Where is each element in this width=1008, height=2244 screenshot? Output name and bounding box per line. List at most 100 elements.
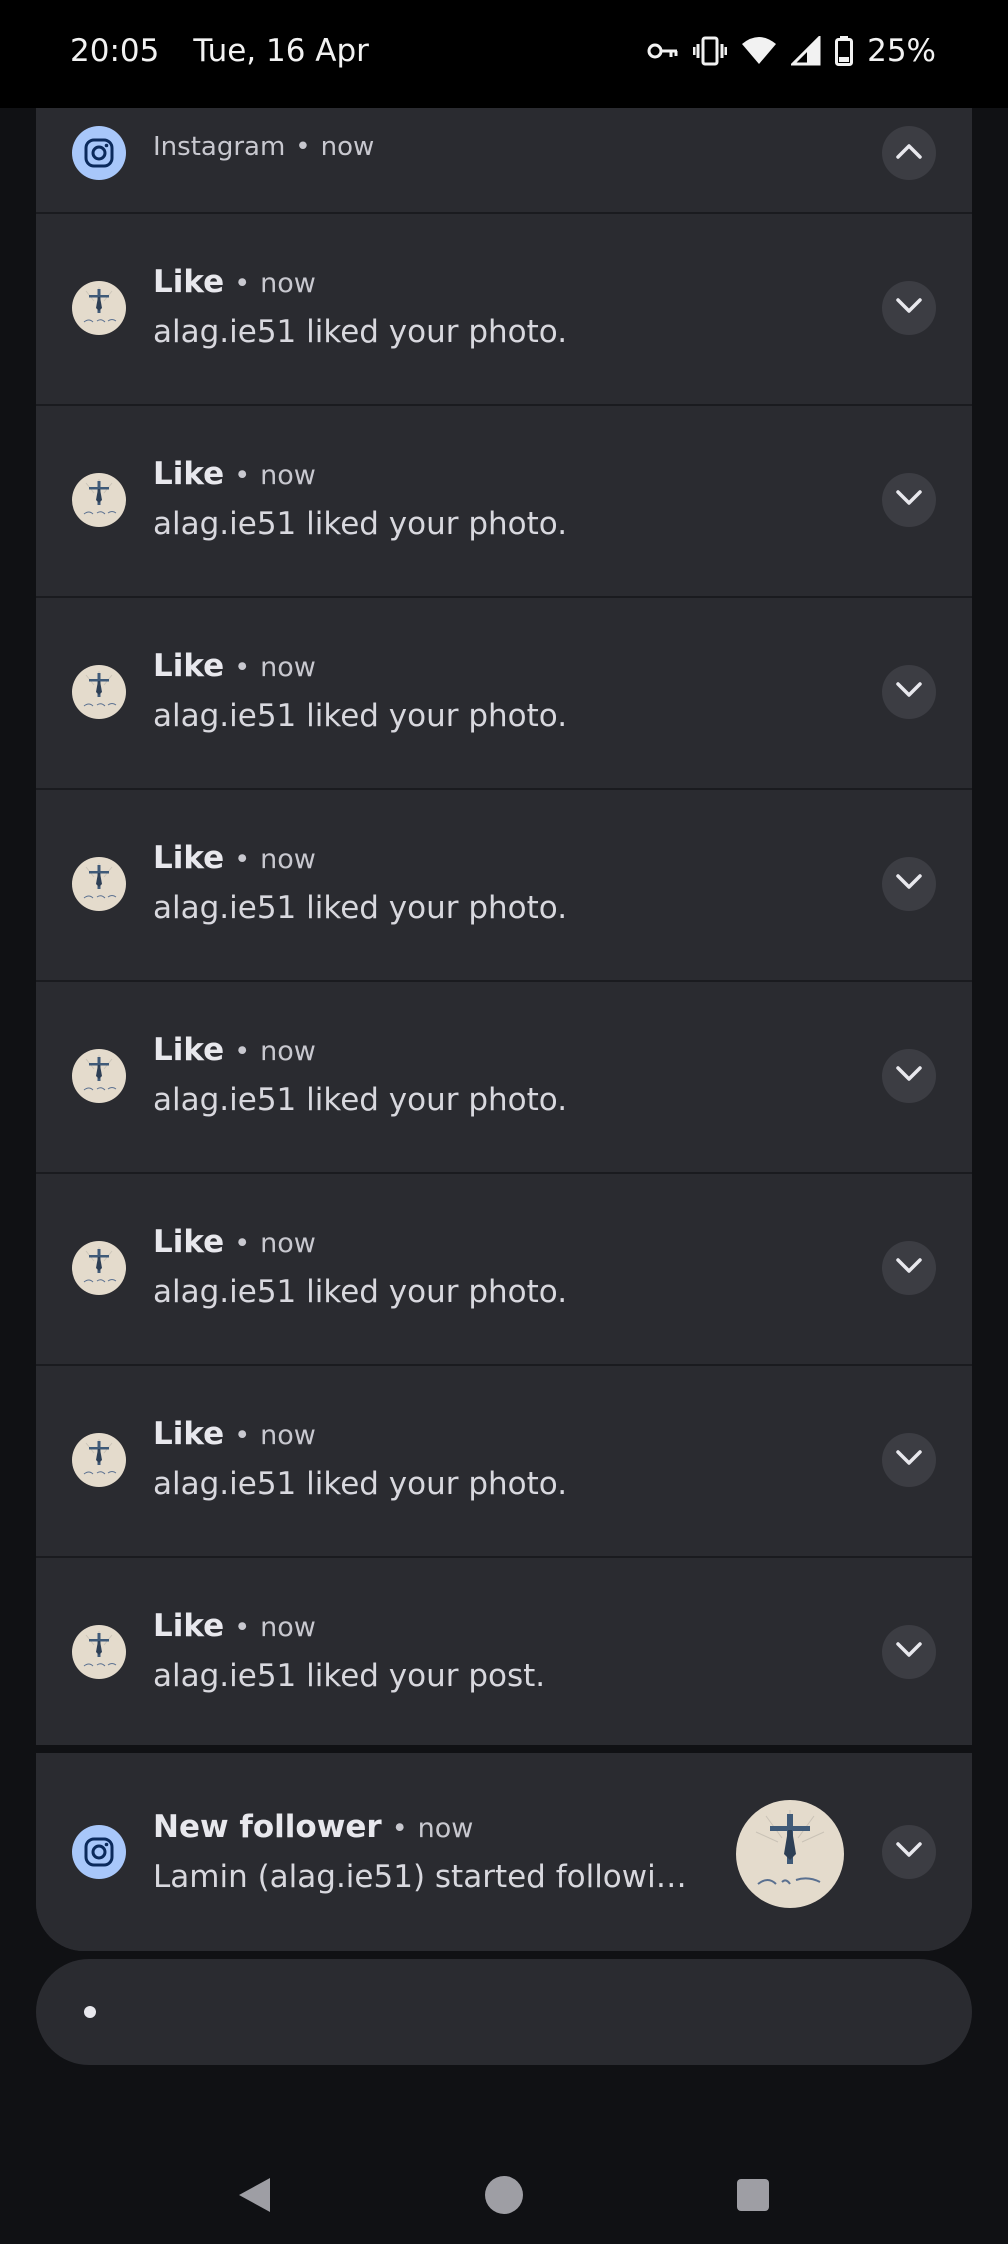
profile-avatar	[72, 281, 126, 335]
notification-header: Like • now	[153, 1032, 316, 1068]
profile-thumbnail	[736, 1800, 844, 1908]
expand-notification-button[interactable]	[882, 665, 936, 719]
notification-title: Like	[153, 1416, 225, 1452]
separator-dot: •	[234, 652, 251, 683]
status-bar: 20:05 Tue, 16 Apr 25%	[0, 0, 1008, 108]
notification-time: now	[260, 268, 316, 299]
home-button[interactable]	[485, 2176, 523, 2214]
notification-header: Like • now	[153, 840, 316, 876]
chevron-down-icon	[895, 1449, 923, 1471]
separator-dot: •	[391, 1813, 408, 1844]
expand-notification-button[interactable]	[882, 281, 936, 335]
instagram-icon	[72, 126, 126, 180]
notification-shade: Instagram • now Like • now alag.ie51 liked yo…	[0, 108, 1008, 2244]
like-notification[interactable]: Like • now alag.ie51 liked your photo.	[36, 214, 972, 406]
notification-header: New follower • now	[153, 1809, 473, 1845]
notification-title: Like	[153, 1608, 225, 1644]
profile-avatar	[72, 473, 126, 527]
app-group-title: Instagram • now	[153, 132, 374, 162]
notification-body: alag.ie51 liked your photo.	[153, 506, 568, 542]
collapse-group-button[interactable]	[882, 126, 936, 180]
new-follower-notification[interactable]: New follower • now Lamin (alag.ie51) start…	[36, 1753, 972, 1951]
expand-notification-button[interactable]	[882, 1825, 936, 1879]
notification-title: Like	[153, 456, 225, 492]
notification-time: now	[260, 460, 316, 491]
notification-title: Like	[153, 1032, 225, 1068]
notification-time: now	[260, 652, 316, 683]
app-group-time: now	[320, 132, 375, 162]
expand-notification-button[interactable]	[882, 857, 936, 911]
battery-percent: 25%	[867, 33, 936, 69]
chevron-down-icon	[895, 873, 923, 895]
notification-time: now	[260, 1228, 316, 1259]
expand-notification-button[interactable]	[882, 1241, 936, 1295]
notification-title: Like	[153, 648, 225, 684]
navigation-bar	[0, 2136, 1008, 2244]
notification-body: alag.ie51 liked your photo.	[153, 698, 568, 734]
profile-avatar	[72, 857, 126, 911]
chevron-down-icon	[895, 681, 923, 703]
vibrate-icon	[693, 36, 728, 66]
recents-button[interactable]	[737, 2179, 769, 2211]
notification-body: alag.ie51 liked your photo.	[153, 1274, 568, 1310]
instagram-notification-group: Instagram • now Like • now alag.ie51 liked yo…	[36, 108, 972, 1951]
separator-dot: •	[234, 844, 251, 875]
expand-notification-button[interactable]	[882, 1433, 936, 1487]
group-divider	[36, 1745, 972, 1753]
like-notification[interactable]: Like • now alag.ie51 liked your photo.	[36, 406, 972, 598]
notification-title: Like	[153, 840, 225, 876]
like-notification[interactable]: Like • now alag.ie51 liked your photo.	[36, 790, 972, 982]
notification-body: Lamin (alag.ie51) started following y...	[153, 1859, 693, 1895]
notification-time: now	[260, 844, 316, 875]
chevron-down-icon	[895, 1257, 923, 1279]
notification-overflow-pill[interactable]	[36, 1959, 972, 2065]
more-notifications-dot	[84, 2006, 96, 2018]
expand-notification-button[interactable]	[882, 1049, 936, 1103]
expand-notification-button[interactable]	[882, 473, 936, 527]
instagram-icon	[72, 1825, 126, 1879]
chevron-down-icon	[895, 1065, 923, 1087]
notification-time: now	[417, 1813, 474, 1844]
chevron-down-icon	[895, 1841, 923, 1863]
separator-dot: •	[234, 268, 251, 299]
expand-notification-button[interactable]	[882, 1625, 936, 1679]
separator-dot: •	[234, 460, 251, 491]
like-notification[interactable]: Like • now alag.ie51 liked your photo.	[36, 1174, 972, 1366]
notification-title: Like	[153, 264, 225, 300]
like-notification[interactable]: Like • now alag.ie51 liked your post.	[36, 1558, 972, 1750]
separator-dot: •	[295, 132, 311, 162]
notification-time: now	[260, 1420, 316, 1451]
separator-dot: •	[234, 1036, 251, 1067]
separator-dot: •	[234, 1612, 251, 1643]
wifi-icon	[741, 36, 777, 66]
notification-header: Like • now	[153, 1608, 316, 1644]
notification-body: alag.ie51 liked your photo.	[153, 890, 568, 926]
like-notification[interactable]: Like • now alag.ie51 liked your photo.	[36, 982, 972, 1174]
notification-body: alag.ie51 liked your photo.	[153, 314, 568, 350]
app-group-header[interactable]: Instagram • now	[36, 108, 972, 214]
notification-title: New follower	[153, 1809, 382, 1845]
back-button[interactable]	[236, 2176, 272, 2218]
chevron-down-icon	[895, 1641, 923, 1663]
status-date: Tue, 16 Apr	[193, 33, 369, 69]
notification-header: Like • now	[153, 264, 316, 300]
app-name: Instagram	[153, 132, 286, 162]
profile-avatar	[72, 1625, 126, 1679]
status-time: 20:05	[70, 33, 160, 69]
chevron-down-icon	[895, 297, 923, 319]
profile-avatar	[72, 1241, 126, 1295]
like-notification[interactable]: Like • now alag.ie51 liked your photo.	[36, 1366, 972, 1558]
notification-header: Like • now	[153, 648, 316, 684]
separator-dot: •	[234, 1228, 251, 1259]
battery-icon	[835, 36, 854, 66]
notification-time: now	[260, 1612, 316, 1643]
like-notification[interactable]: Like • now alag.ie51 liked your photo.	[36, 598, 972, 790]
notification-header: Like • now	[153, 456, 316, 492]
vpn-key-icon	[647, 41, 679, 61]
notification-time: now	[260, 1036, 316, 1067]
notification-body: alag.ie51 liked your photo.	[153, 1082, 568, 1118]
notification-title: Like	[153, 1224, 225, 1260]
notification-header: Like • now	[153, 1416, 316, 1452]
notification-body: alag.ie51 liked your post.	[153, 1658, 546, 1694]
profile-avatar	[72, 1433, 126, 1487]
